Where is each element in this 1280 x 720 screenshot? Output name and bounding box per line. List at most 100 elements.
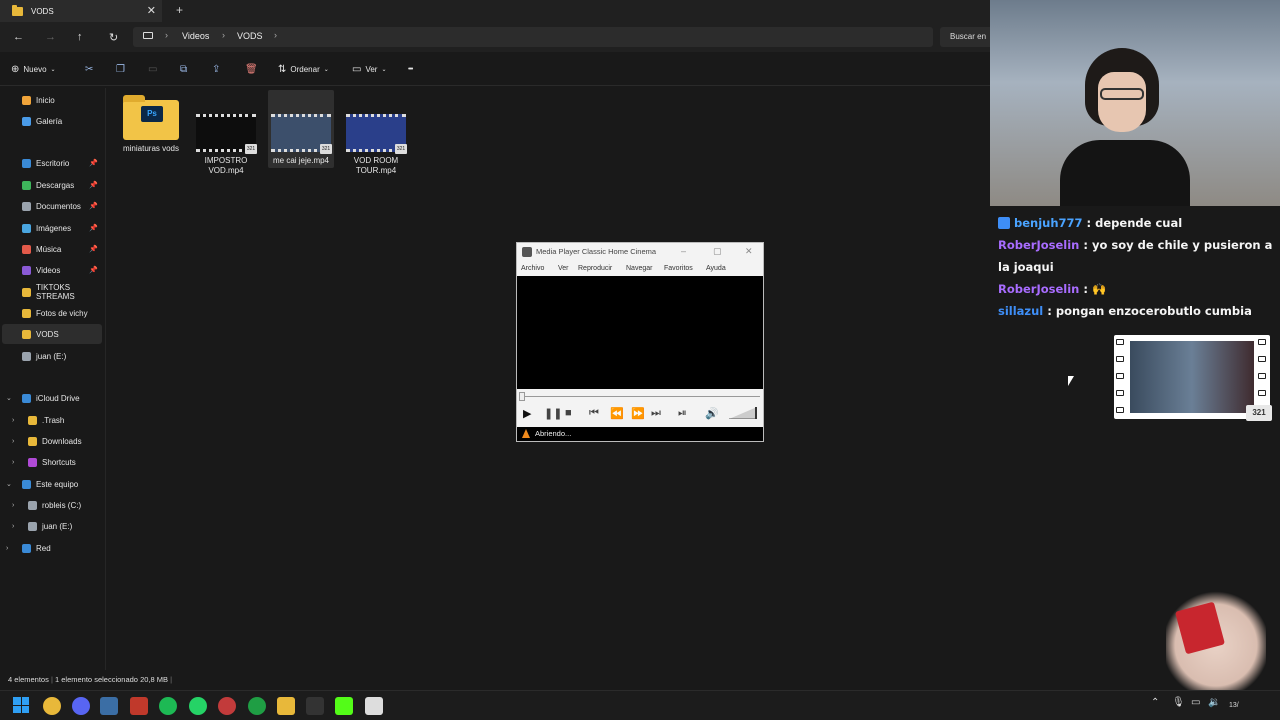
sidebar-item[interactable]: › Red (0, 538, 104, 558)
volume-icon[interactable]: 🔊 (705, 407, 719, 420)
chevron-right-icon[interactable]: › (12, 417, 14, 424)
chevron-right-icon[interactable]: › (6, 545, 8, 552)
sidebar-item[interactable]: ⌄ Este equipo (0, 474, 104, 494)
sidebar-item[interactable]: juan (E:) (0, 346, 104, 366)
app-red-icon[interactable] (130, 697, 148, 715)
whatsapp-icon[interactable] (189, 697, 207, 715)
breadcrumb-vods[interactable]: VODS (237, 31, 263, 41)
new-button[interactable]: ⊕ Nuevo ⌄ (11, 64, 56, 75)
sidebar-item[interactable]: Fotos de vichy (0, 303, 104, 323)
volume-handle[interactable] (755, 407, 757, 419)
discord-icon[interactable] (72, 697, 90, 715)
chat-username[interactable]: benjuh777 (1014, 216, 1083, 230)
sidebar-item[interactable]: VODS (2, 324, 102, 344)
menu-item[interactable]: Favoritos (664, 265, 693, 272)
mpc-titlebar[interactable]: Media Player Classic Home Cinema (517, 243, 763, 261)
close-icon[interactable]: ✕ (745, 246, 753, 257)
sidebar-item[interactable]: Escritorio 📌 (0, 153, 104, 173)
sidebar-item[interactable]: › Shortcuts (0, 452, 104, 472)
delete-icon[interactable]: 🗑 (245, 64, 258, 75)
pause-icon[interactable]: ❚❚ (544, 407, 562, 420)
kick-icon[interactable] (335, 697, 353, 715)
menu-item[interactable]: Reproducir (578, 265, 612, 272)
menu-item[interactable]: Navegar (626, 265, 652, 272)
next-icon[interactable]: ⏭ (651, 407, 661, 420)
menu-item[interactable]: Ver (558, 265, 569, 272)
breadcrumb-videos[interactable]: Videos (182, 31, 209, 41)
sidebar-item[interactable]: › Downloads (0, 431, 104, 451)
sort-button[interactable]: ⇅ Ordenar ⌄ (278, 64, 329, 75)
file-item[interactable]: 321 me cai jeje.mp4 (268, 90, 334, 168)
stop-icon[interactable]: ■ (565, 407, 572, 419)
seek-bar[interactable] (517, 389, 763, 401)
sidebar-item[interactable]: › .Trash (0, 410, 104, 430)
chat-username[interactable]: sillazul (998, 304, 1043, 318)
paste-icon[interactable]: ▭ (148, 64, 157, 75)
seek-handle[interactable] (519, 392, 525, 401)
frame-step-icon[interactable]: ⏯ (678, 407, 687, 420)
folder-item[interactable]: Ps miniaturas vods (118, 90, 184, 154)
explorer-icon[interactable] (277, 697, 295, 715)
sidebar-item[interactable]: TIKTOKS STREAMS (0, 282, 104, 302)
more-options-icon[interactable]: ••• (408, 66, 413, 73)
obs-icon[interactable] (218, 697, 236, 715)
rename-icon[interactable]: ⧉ (180, 64, 187, 75)
fast-forward-icon[interactable]: ⏩ (631, 407, 645, 420)
sidebar-item[interactable]: Documentos 📌 (0, 196, 104, 216)
clapper-icon[interactable] (365, 697, 383, 715)
tab-vods[interactable]: VODS ✕ (0, 0, 162, 22)
sidebar-item[interactable]: › juan (E:) (0, 516, 104, 536)
cut-icon[interactable]: ✂ (85, 64, 93, 75)
view-button[interactable]: ▭ Ver ⌄ (352, 64, 387, 75)
sidebar-item[interactable]: Música 📌 (0, 239, 104, 259)
streamer-face (1098, 72, 1146, 132)
copy-icon[interactable]: ❐ (116, 64, 125, 75)
media-player-window[interactable]: Media Player Classic Home Cinema – ▢ ✕ A… (516, 242, 764, 442)
mic-icon[interactable]: 🎙 (1172, 697, 1185, 708)
chat-username[interactable]: RoberJoselin (998, 238, 1079, 252)
sidebar-item[interactable]: Galería (0, 111, 104, 131)
spotify-icon[interactable] (159, 697, 177, 715)
forward-icon[interactable]: → (45, 31, 56, 43)
search-input[interactable]: Buscar en (940, 27, 990, 47)
sidebar-item[interactable]: › robleis (C:) (0, 495, 104, 515)
sidebar-item[interactable]: Inicio (0, 90, 104, 110)
rewind-icon[interactable]: ⏪ (610, 407, 624, 420)
add-tab-icon[interactable]: + (176, 3, 183, 17)
steam-icon[interactable] (100, 697, 118, 715)
file-item[interactable]: 321 VOD ROOM TOUR.mp4 (343, 90, 409, 176)
chevron-right-icon[interactable]: › (12, 502, 14, 509)
up-icon[interactable]: ↑ (77, 31, 83, 43)
chevron-right-icon[interactable]: › (12, 459, 14, 466)
epic-icon[interactable] (306, 697, 324, 715)
file-item[interactable]: 321 IMPOSTRO VOD.mp4 (193, 90, 259, 176)
chevron-up-icon[interactable]: ⌃ (1151, 697, 1159, 708)
sidebar-item[interactable]: Descargas 📌 (0, 175, 104, 195)
chevron-down-icon[interactable]: ⌄ (6, 394, 12, 402)
clock[interactable]: 13/ (1229, 702, 1239, 709)
maximize-icon[interactable]: ▢ (713, 246, 722, 257)
play-icon[interactable]: ▶ (523, 407, 531, 420)
share-icon[interactable]: ⇪ (212, 64, 220, 75)
menu-item[interactable]: Archivo (521, 265, 544, 272)
sidebar-item[interactable]: Imágenes 📌 (0, 218, 104, 238)
chevron-right-icon[interactable]: › (12, 438, 14, 445)
chrome-icon[interactable] (43, 697, 61, 715)
close-icon[interactable]: ✕ (147, 4, 156, 17)
back-icon[interactable]: ← (13, 31, 24, 43)
sidebar-item[interactable]: Videos 📌 (0, 260, 104, 280)
refresh-icon[interactable]: ↻ (109, 31, 118, 44)
xbox-icon[interactable] (248, 697, 266, 715)
previous-icon[interactable]: ⏮ (589, 407, 599, 420)
minimize-icon[interactable]: – (681, 246, 686, 256)
display-icon[interactable]: ▭ (1191, 697, 1200, 708)
menu-item[interactable]: Ayuda (706, 265, 726, 272)
volume-slider[interactable] (729, 407, 757, 419)
windows-start-icon[interactable] (13, 697, 29, 713)
chevron-right-icon[interactable]: › (12, 523, 14, 530)
video-area[interactable] (517, 276, 763, 389)
chevron-down-icon[interactable]: ⌄ (6, 480, 12, 488)
sidebar-item[interactable]: ⌄ iCloud Drive (0, 388, 104, 408)
speaker-icon[interactable]: 🔉 (1208, 697, 1220, 708)
chat-username[interactable]: RoberJoselin (998, 282, 1079, 296)
